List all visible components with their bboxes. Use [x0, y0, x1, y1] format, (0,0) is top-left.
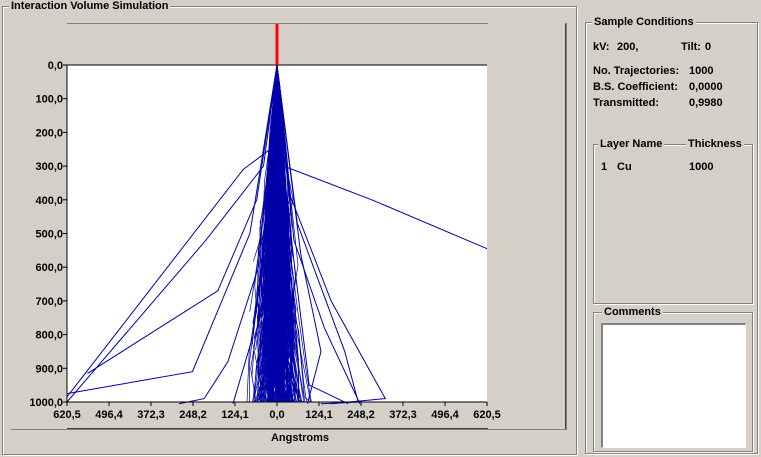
kv-value: 200,	[617, 41, 639, 53]
layer-name-header: Layer Name	[598, 137, 665, 151]
comments-textbox[interactable]	[601, 323, 746, 448]
x-tick-label: 248,2	[347, 409, 375, 421]
x-tick-label: 372,3	[389, 409, 417, 421]
comments-title: Comments	[602, 305, 663, 319]
layers-group: Layer Name Thickness 1 Cu 1000	[593, 137, 753, 304]
x-tick-label: 496,4	[95, 409, 123, 421]
y-tick-label: 800,0	[35, 330, 63, 342]
x-tick-label: 372,3	[137, 409, 165, 421]
bs-coefficient-value: 0,0000	[689, 81, 723, 93]
x-tick-label: 496,4	[431, 409, 459, 421]
interaction-volume-chart: 0,0 100,0 200,0 300,0 400,0 500,0 600,0 700,0 80…	[9, 17, 565, 429]
y-tick-label: 600,0	[35, 262, 63, 274]
comments-group: Comments	[593, 305, 753, 452]
layer-index: 1	[601, 161, 608, 173]
trajectories-label: No. Trajectories:	[593, 65, 680, 77]
x-tick-label: 248,2	[179, 409, 207, 421]
layer-row[interactable]: 1 Cu 1000	[594, 161, 752, 177]
x-tick-label: 620,5	[53, 409, 81, 421]
tilt-label: Tilt:	[681, 41, 701, 53]
right-margin	[488, 17, 565, 429]
bs-coefficient-label: B.S. Coefficient:	[593, 81, 678, 93]
y-tick-label: 400,0	[35, 195, 63, 207]
y-tick-label: 900,0	[35, 363, 63, 375]
x-tick-label: 124,1	[305, 409, 333, 421]
y-tick-label: 1000,0	[29, 397, 63, 409]
y-tick-label: 100,0	[35, 94, 63, 106]
trajectories-value: 1000	[689, 65, 714, 77]
thickness-header: Thickness	[686, 137, 744, 151]
y-tick-label: 0,0	[48, 60, 63, 72]
x-axis-title: Angstroms	[270, 432, 330, 444]
x-tick-label: 124,1	[221, 409, 249, 421]
x-tick-label: 620,5	[473, 409, 501, 421]
y-tick-label: 200,0	[35, 127, 63, 139]
transmitted-label: Transmitted:	[593, 97, 660, 109]
layer-name: Cu	[617, 161, 632, 173]
sample-conditions-title: Sample Conditions	[592, 15, 696, 29]
y-tick-label: 300,0	[35, 161, 63, 173]
x-tick-label: 0,0	[269, 409, 284, 421]
y-tick-label: 500,0	[35, 229, 63, 241]
transmitted-value: 0,9980	[689, 97, 723, 109]
tilt-value: 0	[705, 41, 712, 53]
y-tick-label: 700,0	[35, 296, 63, 308]
layer-thickness: 1000	[689, 161, 714, 173]
kv-label: kV:	[593, 41, 610, 53]
sample-conditions-group: Sample Conditions kV: 200, Tilt: 0 No. T…	[585, 15, 758, 454]
